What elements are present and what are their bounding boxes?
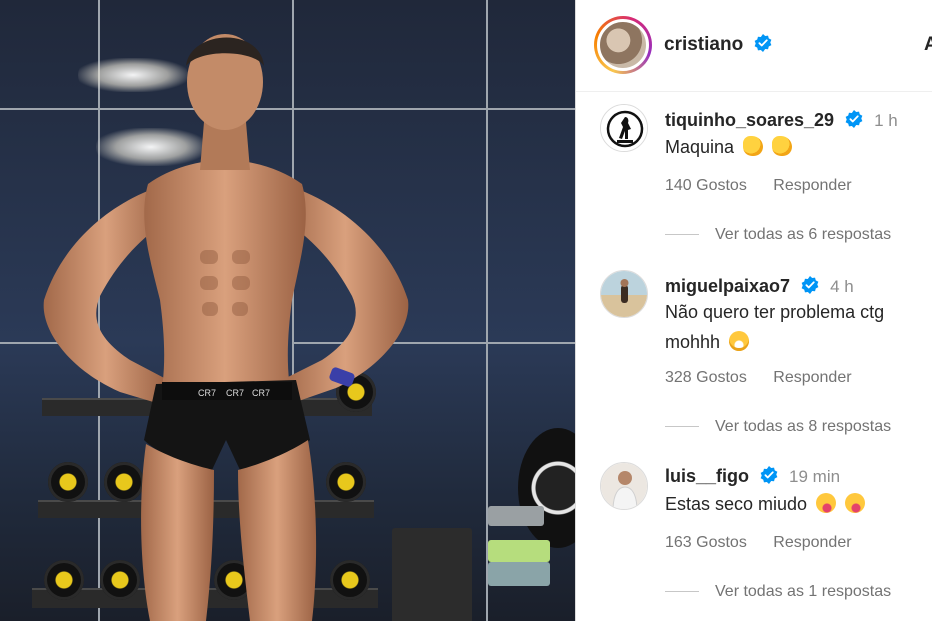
comment-text-row: Maquina xyxy=(665,132,927,162)
athlete-figure: CR7 CR7 CR7 xyxy=(43,34,409,621)
commenter-avatar-image xyxy=(601,105,647,151)
comment-actions: 140 Gostos Responder xyxy=(665,177,852,195)
replies-divider-line xyxy=(665,234,699,236)
verified-badge-icon xyxy=(760,466,778,484)
comment-text-row: Não quero ter problema ctg mohhh xyxy=(665,297,927,357)
commenter-username[interactable]: miguelpaixao7 xyxy=(665,276,790,296)
comment-header: tiquinho_soares_29 1 h xyxy=(665,110,898,131)
view-replies-label[interactable]: Ver todas as 8 respostas xyxy=(715,418,891,435)
author-avatar[interactable] xyxy=(594,16,652,74)
view-replies-label[interactable]: Ver todas as 1 respostas xyxy=(715,583,891,600)
replies-divider-line xyxy=(665,591,699,593)
commenter-avatar[interactable] xyxy=(600,104,648,152)
replies-divider-line xyxy=(665,426,699,428)
comment-header: luis__figo 19 min xyxy=(665,466,840,487)
reply-button[interactable]: Responder xyxy=(773,534,851,551)
zany-face-icon xyxy=(816,493,837,513)
comment-likes-count[interactable]: 163 Gostos xyxy=(665,534,747,551)
comment-timestamp[interactable]: 1 h xyxy=(874,111,898,130)
clapping-hands-icon xyxy=(772,136,793,156)
comment-timestamp[interactable]: 19 min xyxy=(789,467,840,486)
commenter-avatar[interactable] xyxy=(600,270,648,318)
commenter-username[interactable]: tiquinho_soares_29 xyxy=(665,110,834,130)
comment-text: Maquina xyxy=(665,137,735,157)
comment-timestamp[interactable]: 4 h xyxy=(830,277,854,296)
svg-text:CR7: CR7 xyxy=(226,388,244,398)
reply-button[interactable]: Responder xyxy=(773,177,851,194)
view-replies-button[interactable]: Ver todas as 6 respostas xyxy=(665,226,891,244)
view-replies-label[interactable]: Ver todas as 6 respostas xyxy=(715,226,891,243)
comment-header: miguelpaixao7 4 h xyxy=(665,276,854,297)
verified-badge-icon xyxy=(845,110,863,128)
header-action-truncated[interactable]: A xyxy=(924,34,932,56)
comment-text-line-1: Não quero ter problema ctg xyxy=(665,302,885,322)
comment-likes-count[interactable]: 140 Gostos xyxy=(665,177,747,194)
grinning-sweat-face-icon xyxy=(729,331,750,351)
comment-item: luis__figo 19 min Estas seco miudo 163 G… xyxy=(576,456,932,621)
comment-actions: 328 Gostos Responder xyxy=(665,369,852,387)
comment-text-line-2-row: mohhh xyxy=(665,327,927,357)
comment-text-line-2: mohhh xyxy=(665,332,721,352)
comment-likes-count[interactable]: 328 Gostos xyxy=(665,369,747,386)
comment-text: Estas seco miudo xyxy=(665,494,808,514)
comment-actions: 163 Gostos Responder xyxy=(665,534,852,552)
clapping-hands-icon xyxy=(743,136,764,156)
commenter-avatar[interactable] xyxy=(600,462,648,510)
view-replies-button[interactable]: Ver todas as 8 respostas xyxy=(665,418,891,436)
svg-text:CR7: CR7 xyxy=(252,388,270,398)
reply-button[interactable]: Responder xyxy=(773,369,851,386)
view-replies-button[interactable]: Ver todas as 1 respostas xyxy=(665,583,891,601)
commenter-avatar-image xyxy=(601,271,647,317)
author-username[interactable]: cristiano xyxy=(664,34,743,55)
author-avatar-image xyxy=(597,19,649,71)
post-header: cristiano A xyxy=(576,0,932,92)
zany-face-icon xyxy=(845,493,866,513)
commenter-avatar-image xyxy=(601,463,647,509)
comments-panel: cristiano A tiquinho_soares_29 1 h Maqui… xyxy=(575,0,932,621)
verified-badge-icon xyxy=(755,34,772,52)
comment-item: tiquinho_soares_29 1 h Maquina 140 Gosto… xyxy=(576,92,932,266)
verified-badge-icon xyxy=(801,276,819,294)
svg-text:CR7: CR7 xyxy=(198,388,216,398)
comment-text-row: Estas seco miudo xyxy=(665,489,927,519)
comment-item: miguelpaixao7 4 h Não quero ter problema… xyxy=(576,266,932,456)
post-photo: CR7 CR7 CR7 xyxy=(0,0,575,621)
commenter-username[interactable]: luis__figo xyxy=(665,466,749,486)
author-username-row[interactable]: cristiano xyxy=(664,34,772,56)
